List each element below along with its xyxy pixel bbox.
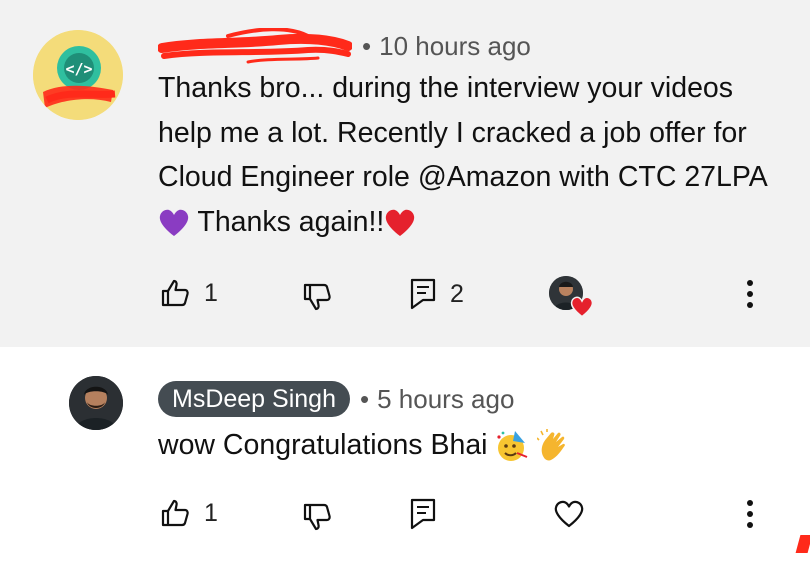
comment-timestamp: 10 hours ago: [379, 30, 531, 61]
heart-button[interactable]: [553, 499, 585, 529]
redacted-author-name: [158, 28, 352, 64]
reply-more-options-button[interactable]: [742, 498, 758, 530]
partying-face-icon: [497, 431, 528, 462]
creator-name-chip[interactable]: MsDeep Singh: [158, 381, 350, 417]
reply-like-button[interactable]: 1: [160, 498, 218, 528]
comment-icon: [410, 498, 436, 530]
reply-button[interactable]: 2: [410, 278, 464, 310]
more-vertical-icon: [747, 500, 753, 528]
comment-body: Thanks bro... during the interview your …: [158, 72, 767, 193]
reply-text: wow Congratulations Bhai: [158, 423, 778, 468]
dislike-button[interactable]: [302, 282, 332, 312]
red-heart-icon: [386, 209, 415, 236]
separator-dot: •: [359, 383, 370, 414]
clapping-hands-icon: [537, 429, 566, 461]
replier-avatar[interactable]: [69, 376, 123, 430]
comment-meta: • 10 hours ago: [158, 28, 531, 64]
separator-dot: •: [362, 30, 372, 61]
comment-icon: [410, 278, 436, 310]
more-vertical-icon: [747, 280, 753, 308]
reply-like-count: 1: [204, 498, 218, 527]
comment-body-end: Thanks again!!: [197, 205, 385, 238]
svg-text:</>: </>: [65, 60, 92, 78]
thumbs-up-icon: [161, 499, 189, 527]
reply-body: wow Congratulations Bhai: [158, 429, 488, 461]
heart-outline-icon: [554, 500, 584, 528]
reply-reply-button[interactable]: [410, 498, 436, 530]
reply-timestamp: 5 hours ago: [377, 383, 515, 414]
thumbs-down-icon: [303, 283, 331, 311]
reply-dislike-button[interactable]: [302, 502, 332, 532]
red-scribble-fragment: [795, 535, 810, 553]
comment-card: </> • 10 hours ago Thanks bro... during …: [0, 0, 810, 347]
more-options-button[interactable]: [742, 278, 758, 310]
reply-count: 2: [450, 279, 464, 308]
creator-heart-icon: [570, 296, 594, 318]
like-count: 1: [204, 278, 218, 307]
thumbs-up-icon: [161, 279, 189, 307]
thumbs-down-icon: [303, 503, 331, 531]
purple-heart-icon: [159, 209, 189, 236]
like-button[interactable]: 1: [160, 278, 218, 308]
comment-text: Thanks bro... during the interview your …: [158, 66, 778, 244]
reply-meta: MsDeep Singh • 5 hours ago: [158, 381, 514, 417]
profile-photo: [69, 376, 123, 430]
reply-card: MsDeep Singh • 5 hours ago wow Congratul…: [0, 347, 810, 564]
code-logo-icon: </>: [33, 30, 123, 120]
commenter-avatar[interactable]: </>: [33, 30, 123, 120]
redaction-scribble: [158, 28, 352, 64]
